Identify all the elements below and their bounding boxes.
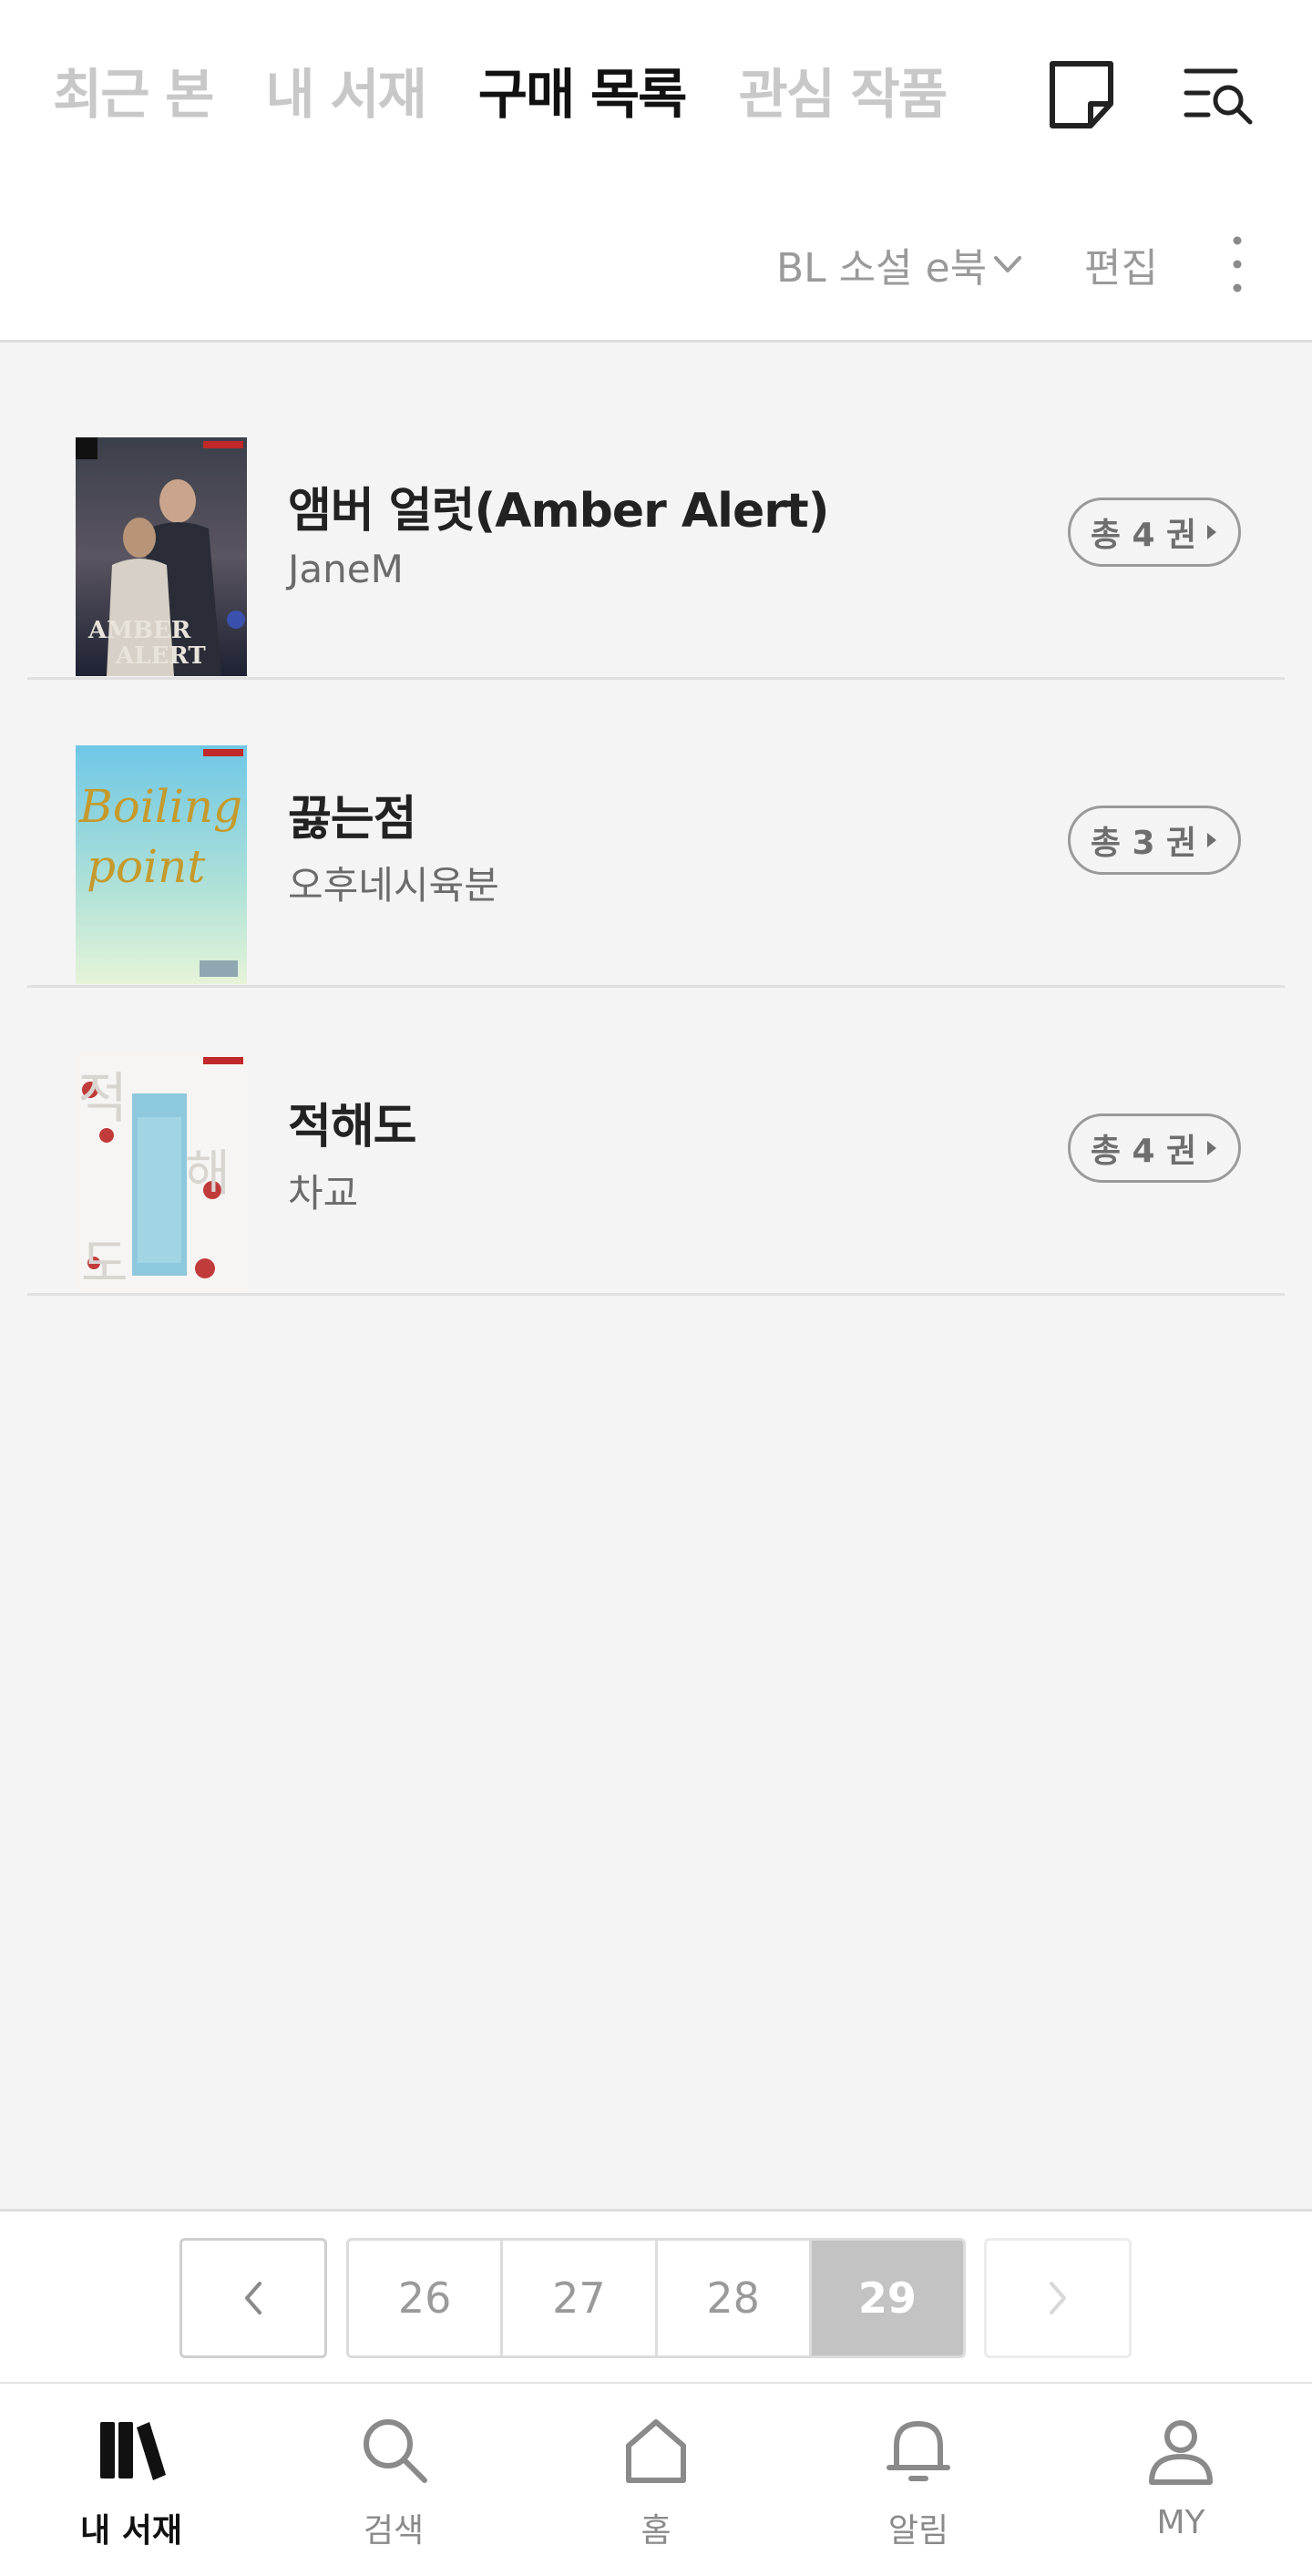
bell-icon bbox=[887, 2421, 950, 2481]
volume-count-button[interactable]: 총 4 권 bbox=[1068, 1114, 1241, 1183]
nav-label: MY bbox=[1156, 2504, 1205, 2541]
book-cover: AMBER ALERT bbox=[76, 437, 247, 676]
tab-bar: 최근 본 내 서재 구매 목록 관심 작품 bbox=[53, 58, 999, 131]
page-number-group: 26 27 28 29 bbox=[346, 2238, 966, 2358]
chevron-left-icon bbox=[245, 2282, 261, 2314]
bottom-nav: 내 서재 검색 홈 알림 MY bbox=[0, 2382, 1312, 2576]
cover-title-glyph-1: 적 bbox=[77, 1067, 128, 1131]
tab-favorites[interactable]: 관심 작품 bbox=[738, 58, 948, 131]
list-item[interactable]: 적 해 도 적해도 차교 총 4 권 bbox=[27, 988, 1285, 1296]
purchase-list: AMBER ALERT 앰버 얼럿(Amber Alert) JaneM 총 4… bbox=[27, 372, 1285, 1296]
volume-count-button[interactable]: 총 4 권 bbox=[1068, 498, 1241, 567]
home-icon bbox=[626, 2419, 686, 2483]
book-title: 끓는점 bbox=[288, 792, 417, 847]
nav-my[interactable]: MY bbox=[1050, 2384, 1312, 2576]
cover-title-glyph-3: 도 bbox=[81, 1235, 128, 1292]
pagination: 26 27 28 29 bbox=[0, 2209, 1312, 2382]
tab-recent[interactable]: 최근 본 bbox=[53, 58, 214, 131]
tab-purchases[interactable]: 구매 목록 bbox=[478, 58, 688, 131]
more-vertical-icon[interactable] bbox=[1219, 228, 1256, 301]
category-filter-dropdown[interactable]: BL 소설 e북 bbox=[776, 235, 1025, 293]
library-icon bbox=[100, 2422, 166, 2480]
next-page-button[interactable] bbox=[984, 2238, 1132, 2358]
cover-title-line1: Boiling bbox=[78, 780, 242, 833]
volume-count-label: 총 3 권 bbox=[1090, 825, 1197, 862]
search-icon bbox=[364, 2419, 427, 2483]
volume-count-label: 총 4 권 bbox=[1090, 1133, 1197, 1170]
list-search-icon[interactable] bbox=[1181, 56, 1257, 133]
book-cover: Boiling point bbox=[76, 745, 247, 984]
page-button-26[interactable]: 26 bbox=[349, 2241, 504, 2355]
nav-home[interactable]: 홈 bbox=[525, 2384, 787, 2576]
volume-count-label: 총 4 권 bbox=[1090, 517, 1197, 554]
list-item[interactable]: AMBER ALERT 앰버 얼럿(Amber Alert) JaneM 총 4… bbox=[27, 372, 1285, 680]
nav-notifications[interactable]: 알림 bbox=[787, 2384, 1050, 2576]
top-bar: 최근 본 내 서재 구매 목록 관심 작품 BL 소설 e북 편집 bbox=[0, 0, 1312, 343]
book-title: 적해도 bbox=[288, 1100, 417, 1155]
nav-label: 알림 bbox=[887, 2512, 949, 2550]
nav-my-library[interactable]: 내 서재 bbox=[0, 2384, 262, 2576]
tab-my-library[interactable]: 내 서재 bbox=[265, 58, 426, 131]
user-icon bbox=[1149, 2420, 1213, 2485]
list-item[interactable]: Boiling point 끓는점 오후네시육분 총 3 권 bbox=[27, 680, 1285, 988]
chevron-down-icon bbox=[994, 256, 1022, 272]
page-button-28[interactable]: 28 bbox=[658, 2241, 812, 2355]
caret-right-icon bbox=[1207, 1141, 1217, 1155]
caret-right-icon bbox=[1207, 525, 1217, 539]
cover-title-line2: ALERT bbox=[115, 642, 206, 670]
cover-title-line2: point bbox=[87, 840, 206, 893]
nav-label: 내 서재 bbox=[80, 2512, 182, 2550]
page-button-29-current[interactable]: 29 bbox=[811, 2241, 963, 2355]
book-cover: 적 해 도 bbox=[76, 1053, 247, 1292]
edit-button[interactable]: 편집 bbox=[1084, 235, 1158, 293]
book-author: 차교 bbox=[288, 1171, 359, 1216]
book-title: 앰버 얼럿(Amber Alert) bbox=[288, 484, 829, 539]
prev-page-button[interactable] bbox=[179, 2238, 327, 2358]
caret-right-icon bbox=[1207, 833, 1217, 847]
memo-icon[interactable] bbox=[1043, 56, 1120, 133]
page-button-27[interactable]: 27 bbox=[503, 2241, 658, 2355]
chevron-right-icon bbox=[1050, 2282, 1066, 2314]
cover-title-glyph-2: 해 bbox=[185, 1144, 231, 1202]
cover-title-line1: AMBER bbox=[87, 617, 191, 644]
category-filter-label: BL 소설 e북 bbox=[776, 245, 988, 292]
volume-count-button[interactable]: 총 3 권 bbox=[1068, 806, 1241, 875]
nav-label: 홈 bbox=[641, 2512, 671, 2550]
book-author: JaneM bbox=[288, 547, 404, 591]
book-author: 오후네시육분 bbox=[288, 863, 499, 908]
nav-label: 검색 bbox=[363, 2512, 425, 2550]
list-toolbar: BL 소설 e북 편집 bbox=[0, 228, 1312, 301]
nav-search[interactable]: 검색 bbox=[262, 2384, 525, 2576]
